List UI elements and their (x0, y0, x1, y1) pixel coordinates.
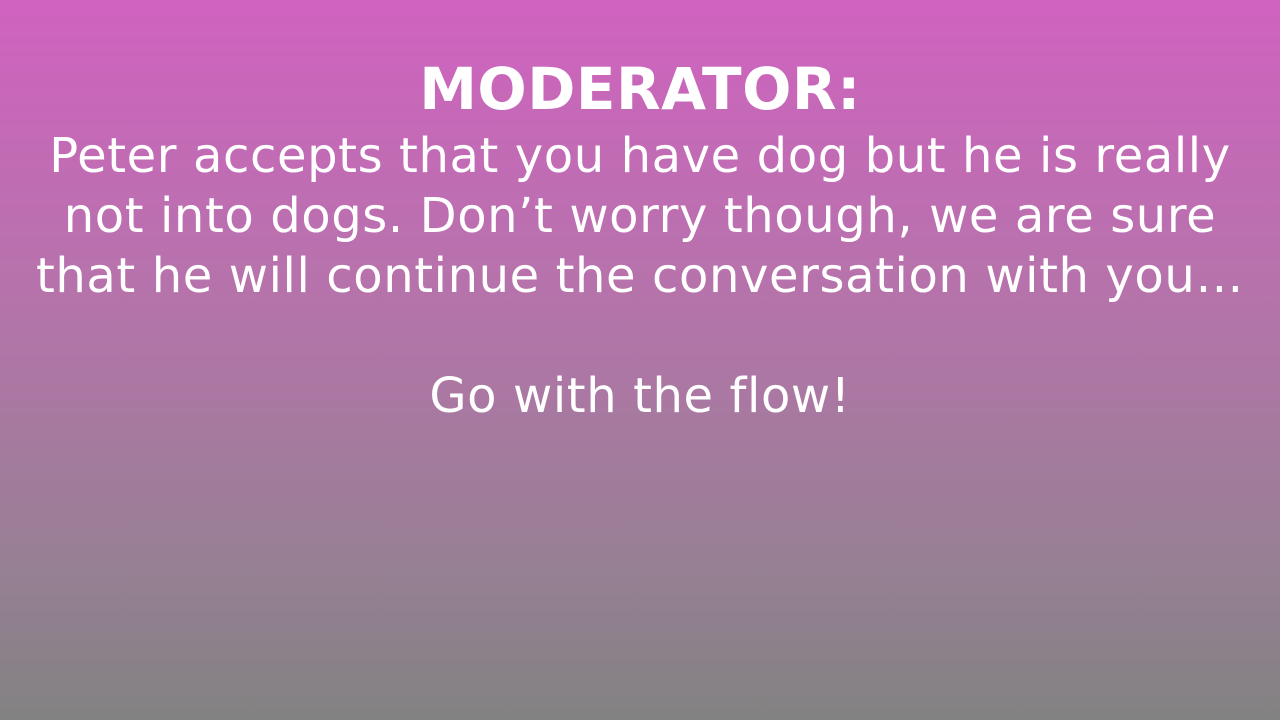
slide: MODERATOR: Peter accepts that you have d… (0, 0, 1280, 720)
closing-line: Go with the flow! (429, 368, 851, 424)
slide-title: MODERATOR: (419, 55, 861, 123)
moderator-message: Peter accepts that you have dog but he i… (35, 128, 1245, 304)
